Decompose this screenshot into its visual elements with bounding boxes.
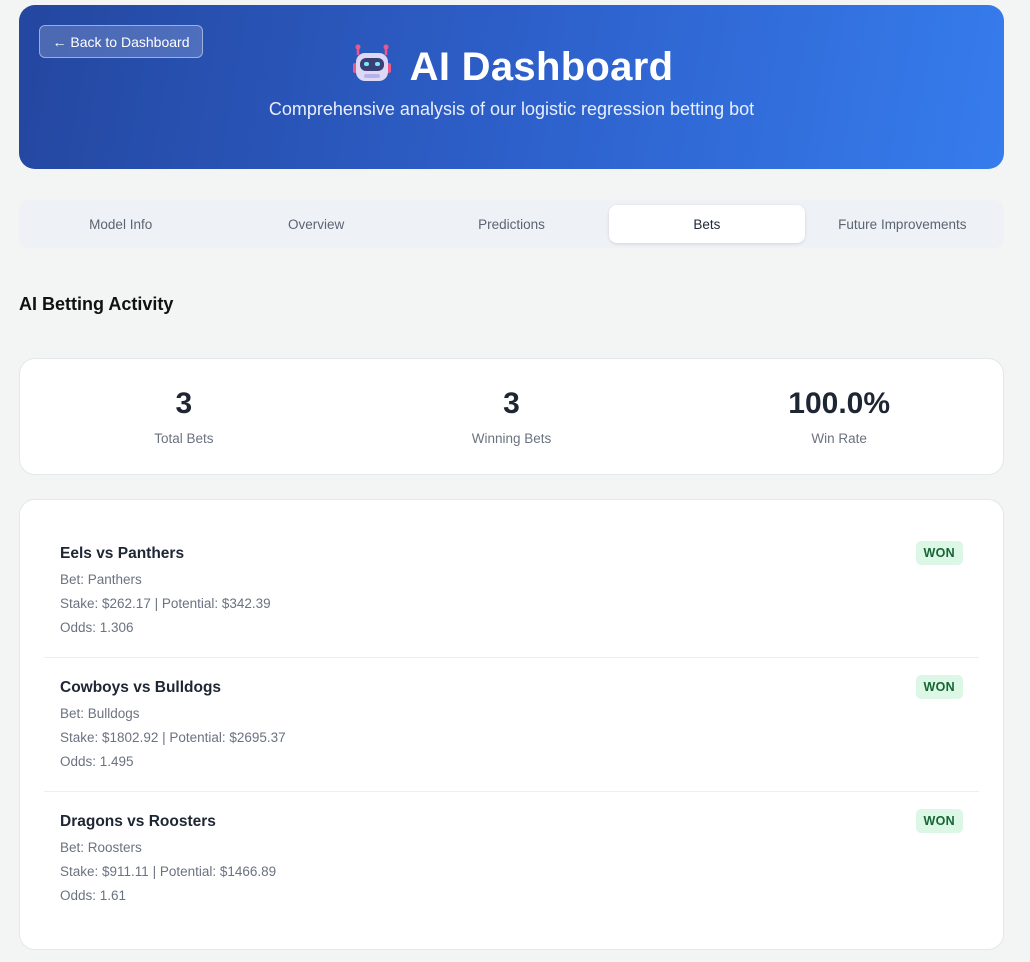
bet-stake: Stake: $911.11 | Potential: $1466.89 [60,864,277,879]
bet-selection: Bet: Panthers [60,572,142,587]
stat-value: 3 [503,387,520,420]
dashboard-header: ← Back to Dashboard AI Dashboard Compreh… [19,5,1004,169]
stat-value: 3 [175,387,193,420]
tab-future-improvements[interactable]: Future Improvements [805,205,1000,243]
robot-icon [350,43,394,92]
tab-bets[interactable]: Bets [609,205,805,243]
status-badge: WON [915,809,963,833]
section-title: AI Betting Activity [19,294,174,314]
stat-label: Total Bets [154,431,214,446]
stat-label: Winning Bets [471,431,552,446]
stat-total-bets: 3 Total Bets [20,387,348,446]
stat-win-rate: 100.0% Win Rate [675,387,1003,446]
stat-label: Win Rate [811,431,867,446]
tab-overview[interactable]: Overview [218,205,413,243]
bets-list: Eels vs Panthers Bet: Panthers Stake: $2… [19,499,1004,950]
title-row: AI Dashboard [19,43,1004,92]
status-badge: WON [915,541,963,565]
bet-stake: Stake: $1802.92 | Potential: $2695.37 [60,730,286,745]
list-item: Eels vs Panthers Bet: Panthers Stake: $2… [44,524,979,658]
bet-odds: Odds: 1.306 [60,620,134,635]
bet-odds: Odds: 1.495 [60,754,134,769]
list-item: Dragons vs Roosters Bet: Roosters Stake:… [44,792,979,926]
status-badge: WON [915,675,963,699]
tab-model-info[interactable]: Model Info [23,205,218,243]
stats-card: 3 Total Bets 3 Winning Bets 100.0% Win R… [19,358,1004,475]
page-subtitle: Comprehensive analysis of our logistic r… [268,99,755,119]
bet-match: Eels vs Panthers [60,545,185,562]
tab-predictions[interactable]: Predictions [414,205,609,243]
bet-match: Dragons vs Roosters [60,813,216,830]
bet-stake: Stake: $262.17 | Potential: $342.39 [60,596,271,611]
bet-selection: Bet: Bulldogs [60,706,140,721]
stat-value: 100.0% [788,387,891,420]
bet-selection: Bet: Roosters [60,840,142,855]
bet-match: Cowboys vs Bulldogs [60,679,222,696]
page-title: AI Dashboard [409,45,674,89]
list-item: Cowboys vs Bulldogs Bet: Bulldogs Stake:… [44,658,979,792]
tab-bar: Model Info Overview Predictions Bets Fut… [19,200,1004,248]
stat-winning-bets: 3 Winning Bets [348,387,676,446]
bet-odds: Odds: 1.61 [60,888,127,903]
